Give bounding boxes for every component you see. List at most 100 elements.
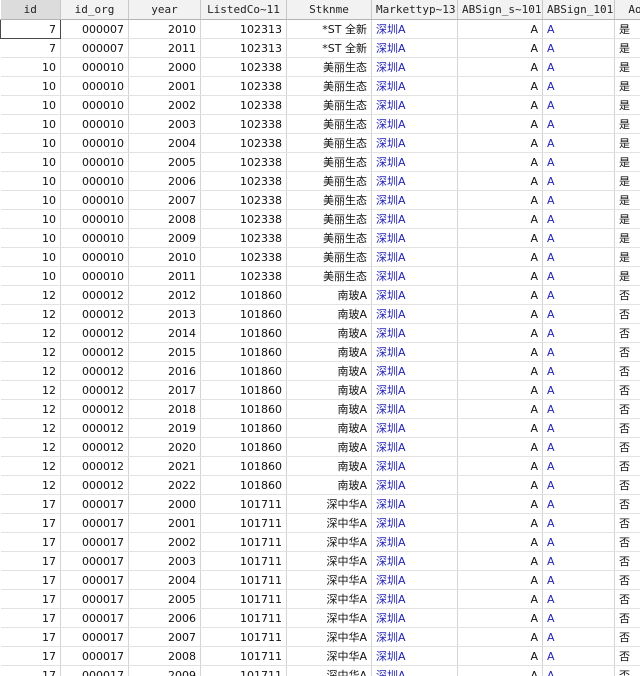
cell-absign-s[interactable]: A bbox=[457, 95, 543, 115]
cell-listedco[interactable]: 101860 bbox=[200, 342, 287, 362]
cell-id[interactable]: 7 bbox=[0, 38, 61, 58]
cell-absign-s[interactable]: A bbox=[457, 627, 543, 647]
cell-id[interactable]: 17 bbox=[0, 551, 61, 571]
cell-absign-s[interactable]: A bbox=[457, 285, 543, 305]
cell-absign[interactable]: A bbox=[542, 304, 615, 324]
table-row[interactable]: 10 000010 2005 102338 美丽生态 深圳A A A 是 bbox=[0, 152, 640, 172]
cell-absign-s[interactable]: A bbox=[457, 361, 543, 381]
cell-stknme[interactable]: 深中华A bbox=[286, 551, 372, 571]
cell-id[interactable]: 10 bbox=[0, 114, 61, 134]
cell-stknme[interactable]: 美丽生态 bbox=[286, 190, 372, 210]
cell-id-org[interactable]: 000012 bbox=[60, 380, 129, 400]
cell-markettyp[interactable]: 深圳A bbox=[371, 304, 458, 324]
cell-ao[interactable]: 是 bbox=[614, 228, 640, 248]
cell-id-org[interactable]: 000012 bbox=[60, 399, 129, 419]
cell-absign[interactable]: A bbox=[542, 266, 615, 286]
cell-markettyp[interactable]: 深圳A bbox=[371, 570, 458, 590]
cell-stknme[interactable]: 深中华A bbox=[286, 570, 372, 590]
table-row[interactable]: 7 000007 2011 102313 *ST 全新 深圳A A A 是 bbox=[0, 38, 640, 58]
cell-listedco[interactable]: 101860 bbox=[200, 304, 287, 324]
cell-markettyp[interactable]: 深圳A bbox=[371, 589, 458, 609]
cell-ao[interactable]: 是 bbox=[614, 95, 640, 115]
cell-listedco[interactable]: 102338 bbox=[200, 228, 287, 248]
table-row[interactable]: 17 000017 2000 101711 深中华A 深圳A A A 否 bbox=[0, 494, 640, 514]
cell-id-org[interactable]: 000017 bbox=[60, 665, 129, 676]
cell-absign-s[interactable]: A bbox=[457, 551, 543, 571]
cell-id[interactable]: 10 bbox=[0, 76, 61, 96]
cell-year[interactable]: 2002 bbox=[128, 532, 201, 552]
cell-id[interactable]: 17 bbox=[0, 665, 61, 676]
cell-id[interactable]: 12 bbox=[0, 399, 61, 419]
cell-listedco[interactable]: 102338 bbox=[200, 95, 287, 115]
cell-id[interactable]: 10 bbox=[0, 247, 61, 267]
cell-id-org[interactable]: 000017 bbox=[60, 532, 129, 552]
cell-markettyp[interactable]: 深圳A bbox=[371, 57, 458, 77]
cell-id-org[interactable]: 000017 bbox=[60, 513, 129, 533]
cell-stknme[interactable]: 深中华A bbox=[286, 589, 372, 609]
cell-id[interactable]: 10 bbox=[0, 266, 61, 286]
cell-year[interactable]: 2005 bbox=[128, 589, 201, 609]
cell-absign-s[interactable]: A bbox=[457, 437, 543, 457]
cell-markettyp[interactable]: 深圳A bbox=[371, 380, 458, 400]
cell-absign-s[interactable]: A bbox=[457, 171, 543, 191]
cell-stknme[interactable]: 深中华A bbox=[286, 513, 372, 533]
cell-listedco[interactable]: 101860 bbox=[200, 399, 287, 419]
table-row[interactable]: 12 000012 2017 101860 南玻A 深圳A A A 否 bbox=[0, 380, 640, 400]
cell-absign-s[interactable]: A bbox=[457, 418, 543, 438]
cell-listedco[interactable]: 102338 bbox=[200, 76, 287, 96]
cell-absign-s[interactable]: A bbox=[457, 665, 543, 676]
cell-listedco[interactable]: 101860 bbox=[200, 361, 287, 381]
cell-id-org[interactable]: 000010 bbox=[60, 76, 129, 96]
cell-absign[interactable]: A bbox=[542, 285, 615, 305]
cell-absign-s[interactable]: A bbox=[457, 323, 543, 343]
cell-absign[interactable]: A bbox=[542, 19, 615, 39]
header-markettyp[interactable]: Markettyp~13 bbox=[371, 0, 458, 20]
cell-listedco[interactable]: 101860 bbox=[200, 475, 287, 495]
cell-ao[interactable]: 否 bbox=[614, 399, 640, 419]
cell-id[interactable]: 12 bbox=[0, 456, 61, 476]
cell-id[interactable]: 12 bbox=[0, 323, 61, 343]
cell-markettyp[interactable]: 深圳A bbox=[371, 323, 458, 343]
cell-listedco[interactable]: 101860 bbox=[200, 380, 287, 400]
cell-absign[interactable]: A bbox=[542, 247, 615, 267]
cell-absign[interactable]: A bbox=[542, 475, 615, 495]
cell-absign[interactable]: A bbox=[542, 114, 615, 134]
cell-markettyp[interactable]: 深圳A bbox=[371, 494, 458, 514]
cell-listedco[interactable]: 101860 bbox=[200, 437, 287, 457]
cell-id-org[interactable]: 000012 bbox=[60, 456, 129, 476]
cell-year[interactable]: 2012 bbox=[128, 285, 201, 305]
cell-listedco[interactable]: 102338 bbox=[200, 114, 287, 134]
cell-markettyp[interactable]: 深圳A bbox=[371, 475, 458, 495]
table-row[interactable]: 17 000017 2007 101711 深中华A 深圳A A A 否 bbox=[0, 627, 640, 647]
cell-absign[interactable]: A bbox=[542, 76, 615, 96]
cell-id[interactable]: 17 bbox=[0, 627, 61, 647]
cell-absign-s[interactable]: A bbox=[457, 513, 543, 533]
cell-ao[interactable]: 否 bbox=[614, 342, 640, 362]
cell-absign-s[interactable]: A bbox=[457, 209, 543, 229]
table-row[interactable]: 12 000012 2015 101860 南玻A 深圳A A A 否 bbox=[0, 342, 640, 362]
cell-listedco[interactable]: 102313 bbox=[200, 19, 287, 39]
cell-stknme[interactable]: 美丽生态 bbox=[286, 247, 372, 267]
table-row[interactable]: 10 000010 2004 102338 美丽生态 深圳A A A 是 bbox=[0, 133, 640, 153]
cell-year[interactable]: 2003 bbox=[128, 114, 201, 134]
cell-listedco[interactable]: 101711 bbox=[200, 665, 287, 676]
cell-year[interactable]: 2022 bbox=[128, 475, 201, 495]
cell-stknme[interactable]: 南玻A bbox=[286, 399, 372, 419]
cell-stknme[interactable]: *ST 全新 bbox=[286, 19, 372, 39]
cell-markettyp[interactable]: 深圳A bbox=[371, 532, 458, 552]
table-row[interactable]: 12 000012 2013 101860 南玻A 深圳A A A 否 bbox=[0, 304, 640, 324]
cell-id-org[interactable]: 000010 bbox=[60, 228, 129, 248]
cell-markettyp[interactable]: 深圳A bbox=[371, 171, 458, 191]
cell-markettyp[interactable]: 深圳A bbox=[371, 361, 458, 381]
cell-year[interactable]: 2013 bbox=[128, 304, 201, 324]
cell-absign-s[interactable]: A bbox=[457, 57, 543, 77]
cell-absign[interactable]: A bbox=[542, 133, 615, 153]
cell-year[interactable]: 2006 bbox=[128, 171, 201, 191]
cell-absign-s[interactable]: A bbox=[457, 247, 543, 267]
cell-listedco[interactable]: 101860 bbox=[200, 323, 287, 343]
cell-year[interactable]: 2008 bbox=[128, 209, 201, 229]
cell-absign[interactable]: A bbox=[542, 361, 615, 381]
cell-ao[interactable]: 是 bbox=[614, 190, 640, 210]
cell-stknme[interactable]: 美丽生态 bbox=[286, 209, 372, 229]
cell-stknme[interactable]: 美丽生态 bbox=[286, 57, 372, 77]
